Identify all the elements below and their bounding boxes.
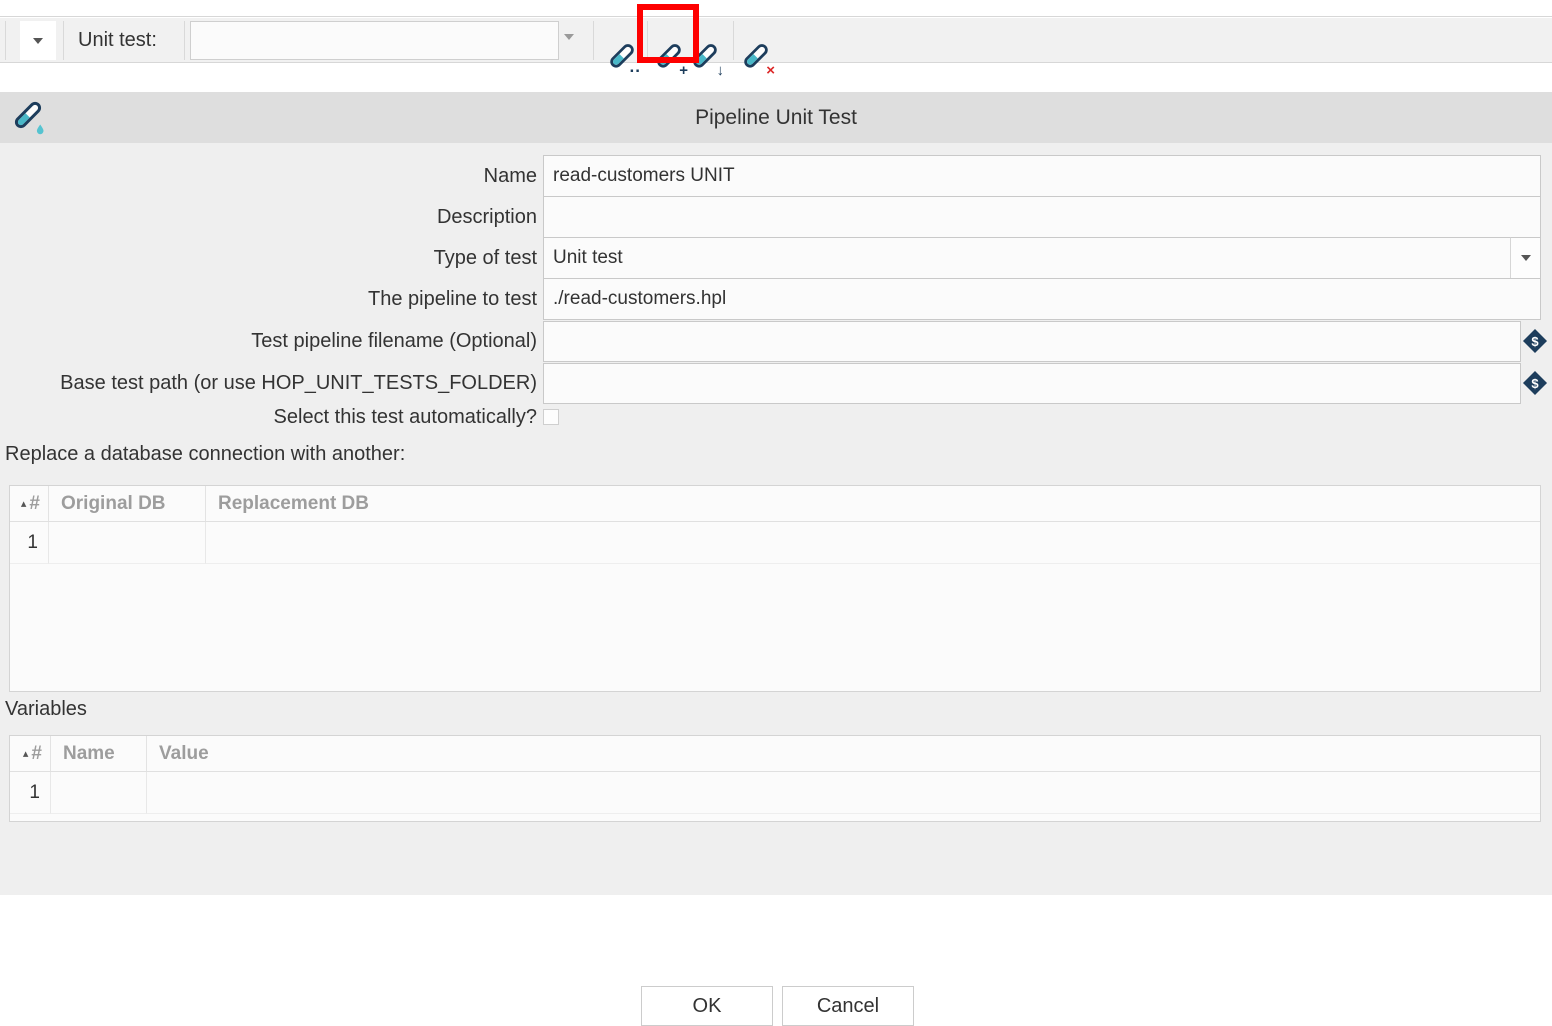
edit-unit-test-button[interactable]: .. <box>606 42 638 74</box>
unit-test-toolbar: Unit test: .. + <box>0 18 1552 63</box>
ok-button[interactable]: OK <box>641 986 773 1026</box>
base-path-label: Base test path (or use HOP_UNIT_TESTS_FO… <box>0 363 537 404</box>
unit-test-label: Unit test: <box>78 18 157 63</box>
variables-table-header: ▴ # Name Value <box>10 736 1540 772</box>
delete-unit-test-button[interactable]: × <box>740 42 772 74</box>
type-of-test-label: Type of test <box>0 237 537 279</box>
form-row-auto-select: Select this test automatically? <box>0 407 1552 437</box>
type-of-test-combo[interactable]: Unit test <box>543 237 1511 279</box>
sort-arrow-icon: ▴ <box>23 736 29 772</box>
toolbar-divider <box>593 21 594 60</box>
variables-row-name-cell[interactable] <box>51 772 147 814</box>
unit-test-combo-input[interactable] <box>190 21 559 60</box>
variables-table: ▴ # Name Value 1 <box>9 735 1541 822</box>
auto-select-label: Select this test automatically? <box>0 407 537 437</box>
pipeline-label: The pipeline to test <box>0 278 537 320</box>
top-tab-strip <box>0 0 1552 17</box>
dialog-title-bar: Pipeline Unit Test <box>0 92 1552 143</box>
variables-table-row[interactable]: 1 <box>10 772 1540 814</box>
variables-header-name[interactable]: Name <box>51 736 147 771</box>
test-filename-label: Test pipeline filename (Optional) <box>0 321 537 362</box>
delete-badge: × <box>766 63 775 78</box>
annotation-highlight-rect <box>637 4 699 63</box>
db-section-label: Replace a database connection with anoth… <box>5 443 405 466</box>
toolbar-divider <box>733 21 734 60</box>
db-replacement-table: ▴ # Original DB Replacement DB 1 <box>9 485 1541 692</box>
db-row-original-cell[interactable] <box>49 522 206 564</box>
dollar-glyph: $ <box>1531 334 1539 349</box>
variables-header-num[interactable]: ▴ # <box>10 736 51 771</box>
variables-row-num: 1 <box>10 772 51 814</box>
form-row-type-of-test: Type of test Unit test <box>0 237 1552 279</box>
db-table-header: ▴ # Original DB Replacement DB <box>10 486 1540 522</box>
variables-row-value-cell[interactable] <box>147 772 1540 814</box>
dollar-glyph: $ <box>1531 376 1539 391</box>
variables-header-value[interactable]: Value <box>147 736 1540 771</box>
form-row-name: Name <box>0 155 1552 197</box>
plus-badge: + <box>679 63 688 78</box>
dialog-title: Pipeline Unit Test <box>0 92 1552 143</box>
dialog-body: Name Description Type of test Unit test … <box>0 143 1552 895</box>
name-label: Name <box>0 155 537 197</box>
toolbar-dropdown-button[interactable] <box>20 21 56 60</box>
db-header-original[interactable]: Original DB <box>49 486 206 521</box>
db-header-num[interactable]: ▴ # <box>10 486 49 521</box>
sort-arrow-icon: ▴ <box>21 486 27 522</box>
chevron-down-icon <box>33 38 43 44</box>
arrow-down-badge: ↓ <box>717 63 725 78</box>
db-row-replacement-cell[interactable] <box>206 522 1540 564</box>
cancel-button[interactable]: Cancel <box>782 986 914 1026</box>
form-row-test-filename: Test pipeline filename (Optional) <box>0 321 1552 362</box>
db-row-num: 1 <box>10 522 49 564</box>
form-row-description: Description <box>0 196 1552 238</box>
type-of-test-combo-arrow-button[interactable] <box>1510 237 1541 279</box>
variables-section-label: Variables <box>5 698 87 721</box>
test-filename-input[interactable] <box>543 321 1521 362</box>
base-path-input[interactable] <box>543 363 1521 404</box>
combo-arrow-icon[interactable] <box>564 34 574 40</box>
chevron-down-icon <box>1521 255 1531 261</box>
app-window: { "colors": { "accent_teal": "#49b8c8", … <box>0 0 1552 912</box>
toolbar-divider <box>5 21 6 60</box>
pipeline-input[interactable] <box>543 278 1541 320</box>
form-row-pipeline: The pipeline to test <box>0 278 1552 320</box>
db-header-replacement[interactable]: Replacement DB <box>206 486 1540 521</box>
toolbar-divider <box>184 21 185 60</box>
toolbar-divider <box>63 21 64 60</box>
variable-icon[interactable]: $ <box>1521 327 1549 355</box>
variable-icon[interactable]: $ <box>1521 369 1549 397</box>
form-row-base-path: Base test path (or use HOP_UNIT_TESTS_FO… <box>0 363 1552 404</box>
description-input[interactable] <box>543 196 1541 238</box>
auto-select-checkbox[interactable] <box>543 409 559 425</box>
description-label: Description <box>0 196 537 238</box>
name-input[interactable] <box>543 155 1541 197</box>
db-table-row[interactable]: 1 <box>10 522 1540 564</box>
